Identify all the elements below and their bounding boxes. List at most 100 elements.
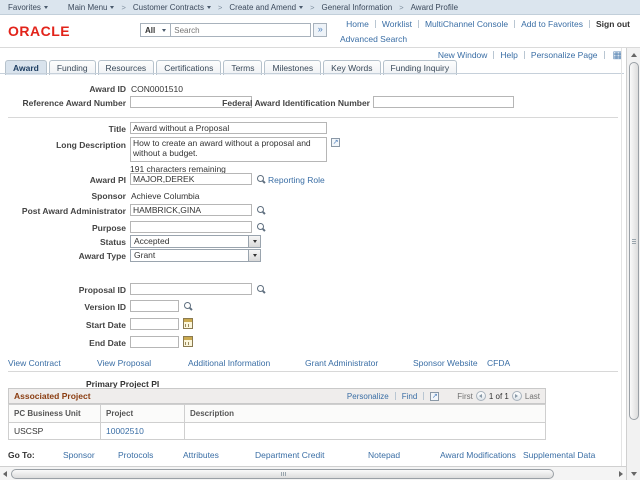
grid-title-bar: Associated Project Personalize Find ↗ Fi… xyxy=(8,388,546,404)
end-date-calendar-icon[interactable] xyxy=(183,336,193,347)
breadcrumb-customer-contracts[interactable]: Customer Contracts xyxy=(133,3,211,12)
goto-protocols-link[interactable]: Protocols xyxy=(118,450,153,460)
proposal-id-lookup-icon[interactable] xyxy=(256,284,266,294)
goto-notepad-link[interactable]: Notepad xyxy=(368,450,400,460)
view-proposal-link[interactable]: View Proposal xyxy=(97,358,151,368)
new-window-link[interactable]: New Window xyxy=(438,50,488,60)
add-to-favorites-link[interactable]: Add to Favorites xyxy=(521,19,583,29)
breadcrumb-award-profile[interactable]: Award Profile xyxy=(411,3,458,12)
home-link[interactable]: Home xyxy=(346,19,369,29)
award-pi-label: Award PI xyxy=(0,175,126,185)
goto-supplemental-data-link[interactable]: Supplemental Data xyxy=(523,450,595,460)
post-award-administrator-input[interactable] xyxy=(130,204,252,216)
sponsor-website-link[interactable]: Sponsor Website xyxy=(413,358,478,368)
caret-down-icon xyxy=(110,6,114,9)
proposal-id-input[interactable] xyxy=(130,283,252,295)
breadcrumb-create-and-amend-label: Create and Amend xyxy=(229,3,296,12)
title-input[interactable] xyxy=(130,122,327,134)
expand-icon[interactable]: ↗ xyxy=(331,138,340,147)
scroll-down-icon[interactable] xyxy=(627,467,640,480)
view-contract-link[interactable]: View Contract xyxy=(8,358,61,368)
last-link[interactable]: Last xyxy=(525,392,540,401)
header-divider xyxy=(0,47,640,48)
divider xyxy=(524,51,525,59)
view-all-icon[interactable]: ↗ xyxy=(430,392,439,401)
next-page-icon[interactable] xyxy=(512,391,522,401)
personalize-page-link[interactable]: Personalize Page xyxy=(531,50,598,60)
title-label: Title xyxy=(0,124,126,134)
breadcrumb-separator: > xyxy=(121,3,125,12)
status-select[interactable]: Accepted xyxy=(130,235,261,248)
associated-project-table: PC Business Unit Project Description USC… xyxy=(8,404,546,440)
goto-sponsor-link[interactable]: Sponsor xyxy=(63,450,95,460)
divider xyxy=(604,51,605,59)
breadcrumb-main-menu[interactable]: Main Menu xyxy=(68,3,115,12)
page-indicator: 1 of 1 xyxy=(489,392,509,401)
post-award-administrator-lookup-icon[interactable] xyxy=(256,205,266,215)
goto-department-credit-link[interactable]: Department Credit xyxy=(255,450,324,460)
divider xyxy=(514,20,515,28)
award-type-label: Award Type xyxy=(0,251,126,261)
advanced-search-link[interactable]: Advanced Search xyxy=(340,34,407,44)
first-link[interactable]: First xyxy=(457,392,473,401)
reporting-role-link[interactable]: Reporting Role xyxy=(268,175,325,185)
find-link[interactable]: Find xyxy=(402,392,418,401)
award-profile-page: Favorites Main Menu > Customer Contracts… xyxy=(0,0,640,480)
start-date-label: Start Date xyxy=(0,320,126,330)
breadcrumb-customer-contracts-label: Customer Contracts xyxy=(133,3,204,12)
long-description-textarea[interactable]: How to create an award without a proposa… xyxy=(130,137,327,162)
table-row: USCSP 10002510 xyxy=(9,423,546,440)
cell-description xyxy=(185,423,546,440)
post-award-administrator-label: Post Award Administrator xyxy=(0,206,126,216)
purpose-lookup-icon[interactable] xyxy=(256,222,266,232)
vertical-scrollbar[interactable] xyxy=(626,48,640,480)
end-date-input[interactable] xyxy=(130,336,179,348)
search-scope-select[interactable]: All xyxy=(140,23,171,37)
multichannel-console-link[interactable]: MultiChannel Console xyxy=(425,19,508,29)
federal-award-id-input[interactable] xyxy=(373,96,514,108)
horizontal-scrollbar[interactable] xyxy=(0,466,626,480)
scroll-left-icon[interactable] xyxy=(0,467,10,480)
project-link[interactable]: 10002510 xyxy=(106,426,144,436)
goto-attributes-link[interactable]: Attributes xyxy=(183,450,219,460)
col-description: Description xyxy=(185,405,546,423)
help-link[interactable]: Help xyxy=(500,50,517,60)
worklist-link[interactable]: Worklist xyxy=(382,19,412,29)
cfda-link[interactable]: CFDA xyxy=(487,358,510,368)
breadcrumb-create-and-amend[interactable]: Create and Amend xyxy=(229,3,303,12)
version-id-lookup-icon[interactable] xyxy=(183,301,193,311)
divider xyxy=(395,392,396,400)
award-type-select[interactable]: Grant xyxy=(130,249,261,262)
start-date-input[interactable] xyxy=(130,318,179,330)
section-divider xyxy=(8,117,618,118)
sponsor-label: Sponsor xyxy=(0,191,126,201)
award-pi-lookup-icon[interactable] xyxy=(256,174,266,184)
personalize-link[interactable]: Personalize xyxy=(347,392,389,401)
scroll-up-icon[interactable] xyxy=(627,48,640,61)
additional-information-link[interactable]: Additional Information xyxy=(188,358,270,368)
breadcrumb-separator: > xyxy=(399,3,403,12)
previous-page-icon[interactable] xyxy=(476,391,486,401)
award-pi-input[interactable] xyxy=(130,173,252,185)
search-input[interactable] xyxy=(171,23,311,37)
breadcrumb: Favorites Main Menu > Customer Contracts… xyxy=(0,0,640,15)
goto-label: Go To: xyxy=(8,450,35,460)
award-type-value: Grant xyxy=(134,250,155,260)
version-id-input[interactable] xyxy=(130,300,179,312)
start-date-calendar-icon[interactable] xyxy=(183,318,193,329)
version-id-label: Version ID xyxy=(0,302,126,312)
search-go-button[interactable]: » xyxy=(313,23,327,37)
sign-out-link[interactable]: Sign out xyxy=(596,19,630,29)
caret-down-icon xyxy=(162,29,166,32)
breadcrumb-favorites[interactable]: Favorites xyxy=(8,3,48,12)
breadcrumb-main-menu-label: Main Menu xyxy=(68,3,108,12)
caret-down-icon xyxy=(299,6,303,9)
vertical-scrollbar-thumb[interactable] xyxy=(629,62,639,420)
grant-administrator-link[interactable]: Grant Administrator xyxy=(305,358,378,368)
purpose-input[interactable] xyxy=(130,221,252,233)
horizontal-scrollbar-thumb[interactable] xyxy=(11,469,554,479)
breadcrumb-general-information[interactable]: General Information xyxy=(322,3,393,12)
scroll-right-icon[interactable] xyxy=(616,467,626,480)
goto-award-modifications-link[interactable]: Award Modifications xyxy=(440,450,516,460)
search-group: All » xyxy=(140,23,327,37)
